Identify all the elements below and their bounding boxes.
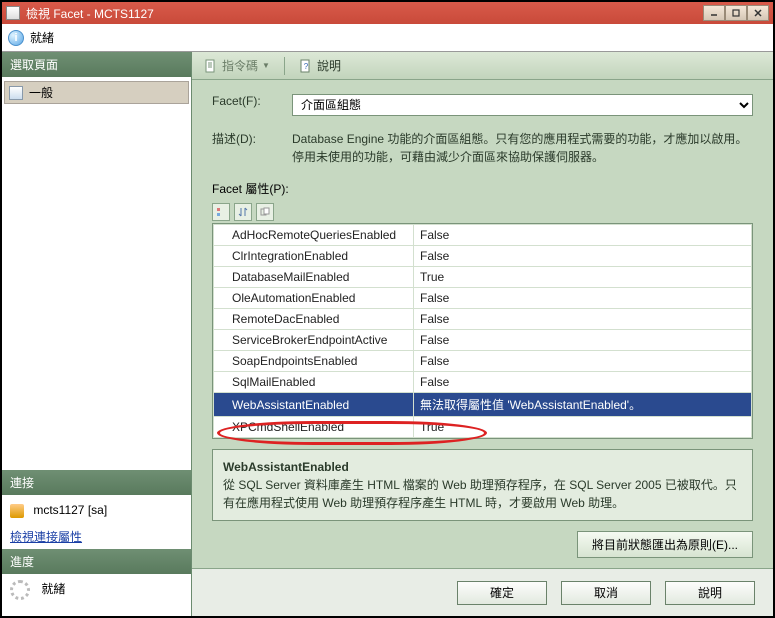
- property-name: WebAssistantEnabled: [220, 398, 349, 412]
- sidebar-header-progress: 進度: [2, 549, 191, 574]
- property-value: False: [414, 225, 752, 246]
- table-row[interactable]: ClrIntegrationEnabled False: [214, 246, 752, 267]
- toolbar-separator: [284, 57, 285, 75]
- props-label: Facet 屬性(P):: [212, 180, 753, 197]
- property-name: RemoteDacEnabled: [220, 312, 339, 326]
- property-name: OleAutomationEnabled: [220, 291, 355, 305]
- property-value: True: [414, 417, 752, 438]
- sidebar-header-connection: 連接: [2, 470, 191, 495]
- minimize-button[interactable]: [703, 5, 725, 21]
- property-name: DatabaseMailEnabled: [220, 270, 349, 284]
- grid-pages-button[interactable]: [256, 203, 274, 221]
- facet-select[interactable]: 介面區組態: [292, 94, 753, 116]
- property-value: False: [414, 288, 752, 309]
- progress-status: 就緒: [41, 582, 65, 596]
- table-row[interactable]: DatabaseMailEnabled True: [214, 267, 752, 288]
- property-name: SoapEndpointsEnabled: [220, 354, 357, 368]
- help-icon: ?: [299, 59, 313, 73]
- ok-button[interactable]: 確定: [457, 581, 547, 605]
- progress-spinner-icon: [10, 580, 30, 600]
- connection-name: mcts1127 [sa]: [33, 503, 107, 517]
- close-button[interactable]: [747, 5, 769, 21]
- property-name: AdHocRemoteQueriesEnabled: [220, 228, 396, 242]
- property-help-box: WebAssistantEnabled 從 SQL Server 資料庫產生 H…: [212, 449, 753, 521]
- help-prop-text: 從 SQL Server 資料庫產生 HTML 檔案的 Web 助理預存程序，在…: [223, 476, 742, 512]
- grid-sort-button[interactable]: [234, 203, 252, 221]
- table-row[interactable]: RemoteDacEnabled False: [214, 309, 752, 330]
- window-title: 檢視 Facet - MCTS1127: [26, 5, 703, 22]
- property-name: ClrIntegrationEnabled: [220, 249, 348, 263]
- cancel-button[interactable]: 取消: [561, 581, 651, 605]
- table-row[interactable]: OleAutomationEnabled False: [214, 288, 752, 309]
- table-row[interactable]: SqlMailEnabled False: [214, 372, 752, 393]
- table-row[interactable]: WebAssistantEnabled 無法取得屬性值 'WebAssistant…: [214, 393, 752, 417]
- property-value: False: [414, 246, 752, 267]
- status-ready: 就緒: [30, 29, 54, 46]
- script-button[interactable]: 指令碼 ▼: [198, 55, 276, 76]
- svg-text:?: ?: [304, 62, 309, 71]
- sidebar-item-label: 一般: [29, 84, 53, 101]
- script-label: 指令碼: [222, 57, 258, 74]
- property-name: XPCmdShellEnabled: [220, 420, 344, 434]
- table-row[interactable]: ServiceBrokerEndpointActive False: [214, 330, 752, 351]
- table-row[interactable]: AdHocRemoteQueriesEnabled False: [214, 225, 752, 246]
- property-grid[interactable]: AdHocRemoteQueriesEnabledFalseClrIntegra…: [212, 223, 753, 439]
- page-icon: [9, 86, 23, 100]
- view-connection-link[interactable]: 檢視連接屬性: [10, 530, 82, 544]
- property-value: False: [414, 372, 752, 393]
- property-value: False: [414, 330, 752, 351]
- maximize-button[interactable]: [725, 5, 747, 21]
- statusbar: i 就緒: [2, 24, 773, 52]
- table-row[interactable]: XPCmdShellEnabled True: [214, 417, 752, 438]
- help-button[interactable]: ? 說明: [293, 55, 347, 76]
- sidebar-header-pages: 選取頁面: [2, 52, 191, 77]
- app-icon: [6, 6, 20, 20]
- chevron-down-icon: ▼: [262, 61, 270, 70]
- facet-label: Facet(F):: [212, 94, 292, 108]
- titlebar: 檢視 Facet - MCTS1127: [2, 2, 773, 24]
- help-label: 說明: [317, 57, 341, 74]
- property-name: SqlMailEnabled: [220, 375, 315, 389]
- property-value: False: [414, 309, 752, 330]
- desc-label: 描述(D):: [212, 130, 292, 147]
- export-policy-button[interactable]: 將目前狀態匯出為原則(E)...: [577, 531, 753, 558]
- property-name: ServiceBrokerEndpointActive: [220, 333, 387, 347]
- table-row[interactable]: SoapEndpointsEnabled False: [214, 351, 752, 372]
- property-value: True: [414, 267, 752, 288]
- content-toolbar: 指令碼 ▼ ? 說明: [192, 52, 773, 80]
- property-value: 無法取得屬性值 'WebAssistantEnabled'。: [414, 393, 752, 417]
- info-icon: i: [8, 30, 24, 46]
- script-icon: [204, 59, 218, 73]
- sidebar-item-general[interactable]: 一般: [4, 81, 189, 104]
- property-value: False: [414, 351, 752, 372]
- help-prop-name: WebAssistantEnabled: [223, 458, 742, 476]
- desc-text: Database Engine 功能的介面區組態。只有您的應用程式需要的功能，才…: [292, 130, 753, 166]
- grid-categorize-button[interactable]: [212, 203, 230, 221]
- server-icon: [10, 504, 24, 518]
- help-footer-button[interactable]: 說明: [665, 581, 755, 605]
